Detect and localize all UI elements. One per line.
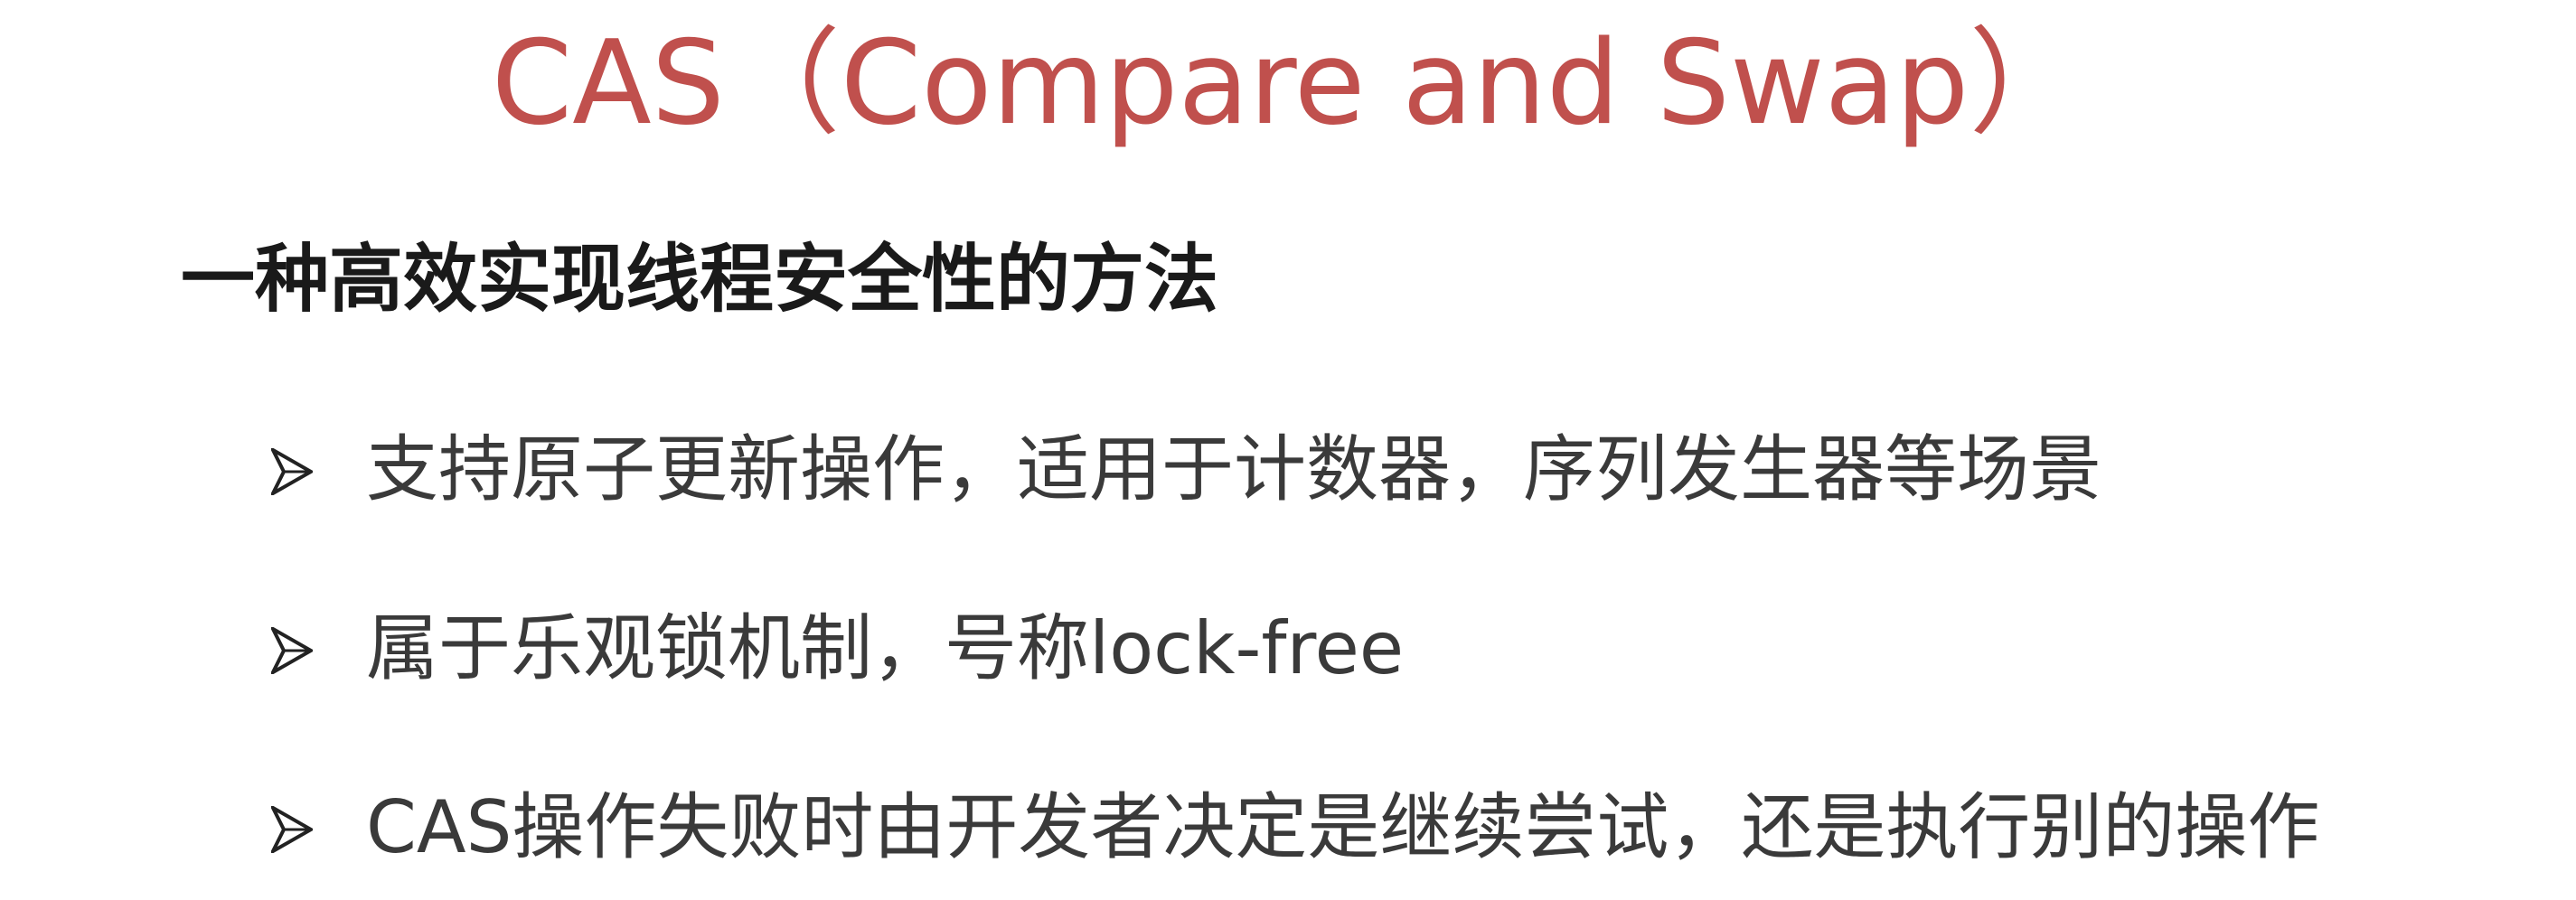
- slide-subtitle: 一种高效实现线程安全性的方法: [181, 237, 1219, 323]
- bullet-text: CAS操作失败时由开发者决定是继续尝试，还是执行别的操作: [366, 785, 2320, 869]
- bullet-text: 支持原子更新操作，适用于计数器，序列发生器等场景: [366, 427, 2101, 511]
- slide-title: CAS（Compare and Swap）: [491, 16, 2085, 151]
- arrow-bullet-icon: [271, 627, 313, 674]
- arrow-bullet-icon: [271, 806, 313, 853]
- arrow-bullet-icon: [271, 448, 313, 495]
- slide: CAS（Compare and Swap） 一种高效实现线程安全性的方法 支持原…: [0, 0, 2576, 900]
- bullet-text: 属于乐观锁机制，号称lock-free: [366, 606, 1405, 690]
